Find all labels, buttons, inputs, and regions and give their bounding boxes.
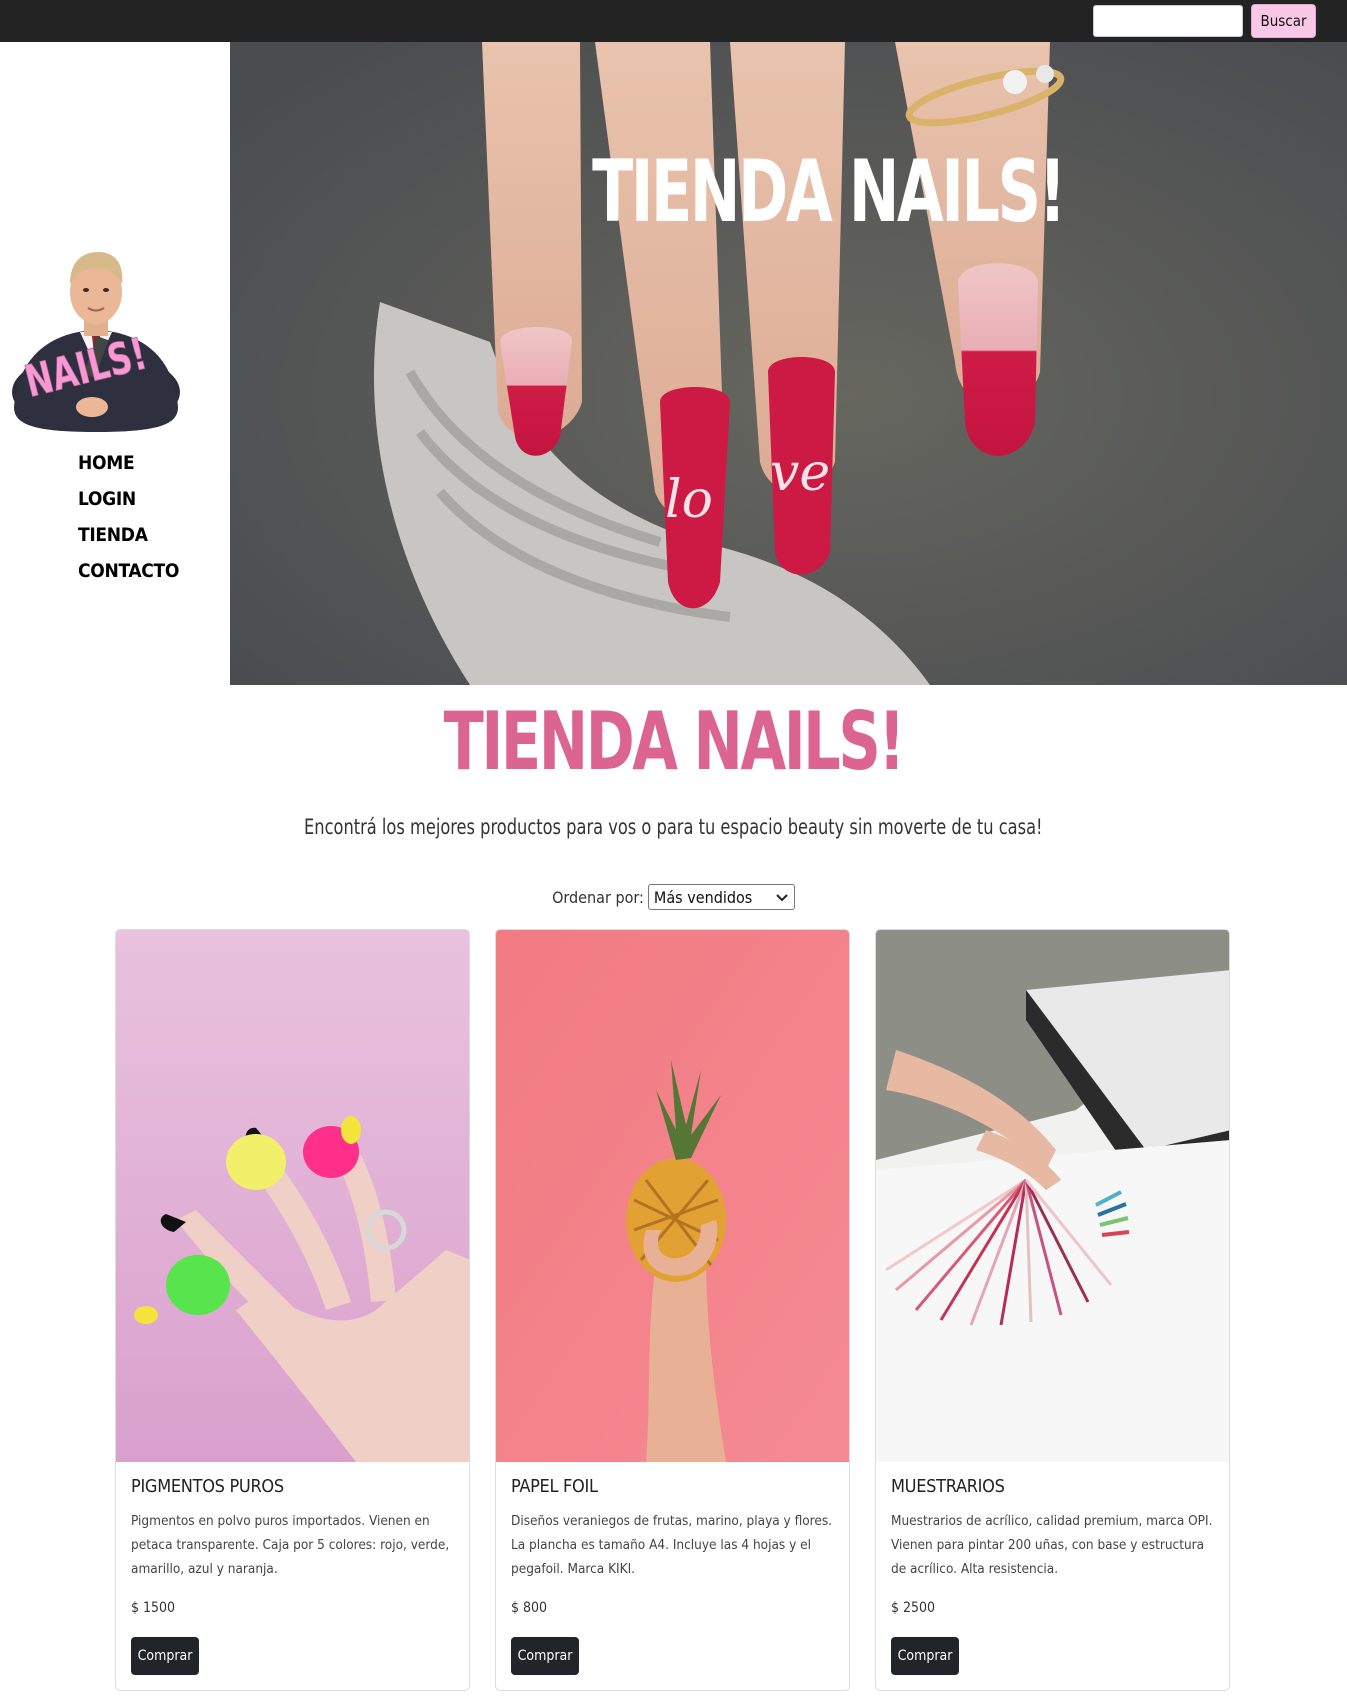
sort-label: Ordenar por: (552, 887, 644, 907)
nail-text: lo (665, 470, 713, 530)
product-description: Pigmentos en polvo puros importados. Vie… (131, 1513, 450, 1577)
product-description: Diseños veraniegos de frutas, marino, pl… (511, 1513, 833, 1577)
product-card-body: PIGMENTOS PUROS Pigmentos en polvo puros… (131, 1476, 457, 1581)
nav-item-contacto[interactable]: CONTACTO (78, 560, 179, 596)
buy-button[interactable]: Comprar (891, 1637, 959, 1675)
hero-banner: lo ve TIENDA NAILS! (230, 42, 1347, 685)
page-title: TIENDA NAILS! (443, 695, 906, 788)
sidebar-nav: HOME LOGIN TIENDA CONTACTO (78, 452, 179, 596)
product-price: $ 2500 (891, 1600, 936, 1616)
sort-control: Ordenar por: Más vendidos (0, 884, 1347, 910)
product-price: $ 800 (511, 1600, 548, 1616)
product-image-foil (496, 930, 849, 1462)
buy-button[interactable]: Comprar (511, 1637, 579, 1675)
sort-select[interactable]: Más vendidos (647, 884, 795, 910)
product-image-muestrarios (876, 930, 1229, 1462)
hero-hand-image: lo ve (230, 42, 1347, 685)
product-card-body: MUESTRARIOS Muestrarios de acrílico, cal… (891, 1476, 1217, 1581)
page-subtitle: Encontrá los mejores productos para vos … (304, 815, 1043, 839)
product-image-pigmentos (116, 930, 469, 1462)
search-input[interactable] (1093, 5, 1243, 37)
product-price: $ 1500 (131, 1600, 176, 1616)
hero-title: TIENDA NAILS! (592, 142, 1066, 242)
sort-selected-value: Más vendidos (653, 887, 753, 907)
nav-item-login[interactable]: LOGIN (78, 488, 179, 524)
nav-item-home[interactable]: HOME (78, 452, 179, 488)
nails-logo[interactable]: NAILS! (10, 192, 182, 432)
search-button[interactable]: Buscar (1251, 4, 1316, 38)
svg-text:ve: ve (770, 443, 830, 503)
buy-button[interactable]: Comprar (131, 1637, 199, 1675)
product-card-body: PAPEL FOIL Diseños veraniegos de frutas,… (511, 1476, 837, 1581)
product-title: PAPEL FOIL (511, 1476, 598, 1497)
nav-item-tienda[interactable]: TIENDA (78, 524, 179, 560)
top-navbar: Buscar (0, 0, 1347, 42)
product-card: PIGMENTOS PUROS Pigmentos en polvo puros… (115, 929, 470, 1691)
product-card: MUESTRARIOS Muestrarios de acrílico, cal… (875, 929, 1230, 1691)
product-description: Muestrarios de acrílico, calidad premium… (891, 1513, 1213, 1577)
product-title: PIGMENTOS PUROS (131, 1476, 284, 1497)
chevron-down-icon (776, 894, 788, 902)
product-card: PAPEL FOIL Diseños veraniegos de frutas,… (495, 929, 850, 1691)
sidebar: NAILS! HOME LOGIN TIENDA CONTACTO (0, 42, 230, 685)
product-title: MUESTRARIOS (891, 1476, 1005, 1497)
